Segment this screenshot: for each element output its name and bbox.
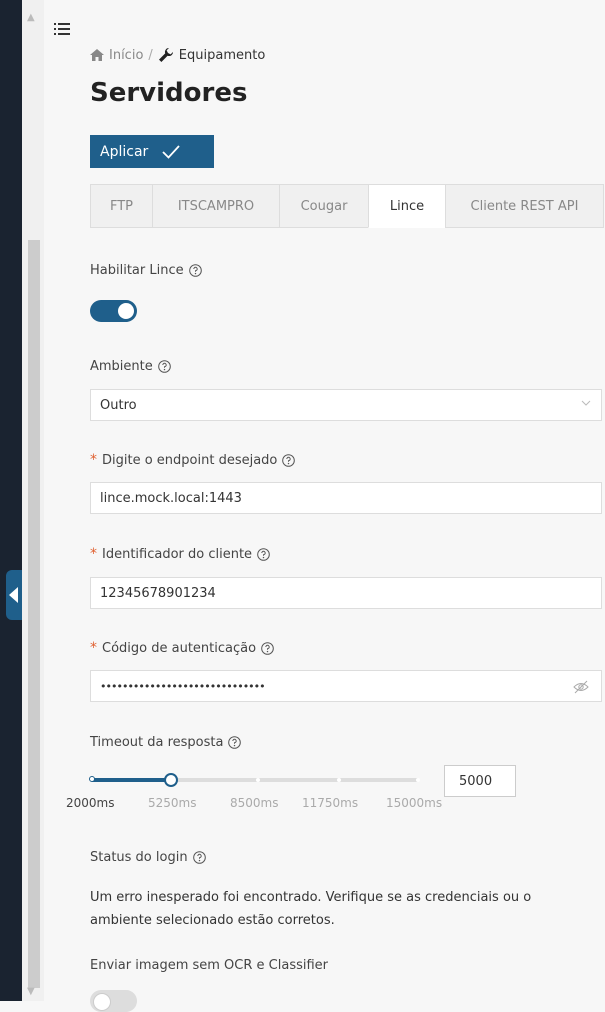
auth-code-label-text: Código de autenticação [102, 640, 257, 656]
scrollbar-thumb[interactable] [28, 240, 40, 988]
auth-code-masked-value: •••••••••••••••••••••••••••••• [100, 679, 266, 693]
required-asterisk: * [90, 546, 97, 562]
wrench-icon [158, 47, 173, 62]
sidebar-collapsed [0, 0, 22, 1001]
breadcrumb-current: Equipamento [178, 47, 266, 63]
endpoint-label-text: Digite o endpoint desejado [102, 452, 278, 468]
chevron-down-icon [581, 400, 591, 406]
toggle-knob [118, 303, 134, 319]
check-icon [162, 144, 180, 159]
client-id-label-text: Identificador do cliente [102, 546, 253, 562]
help-circle-icon[interactable] [261, 641, 274, 655]
slider-tick [337, 778, 341, 782]
help-circle-icon[interactable] [257, 547, 270, 561]
environment-select-value: Outro [100, 397, 137, 413]
timeout-slider-fill [92, 778, 171, 782]
slider-tick-label: 8500ms [230, 796, 279, 810]
apply-button[interactable]: Aplicar [90, 135, 214, 168]
required-asterisk: * [90, 640, 97, 656]
tab-lince[interactable]: Lince [368, 184, 446, 228]
slider-tick-label: 11750ms [302, 796, 359, 810]
tab-ftp[interactable]: FTP [90, 184, 153, 228]
slider-tick-label: 5250ms [148, 796, 197, 810]
help-circle-icon[interactable] [157, 360, 171, 373]
endpoint-input[interactable]: lince.mock.local:1443 [90, 482, 602, 514]
login-status-label-text: Status do login [90, 850, 188, 865]
help-circle-icon[interactable] [188, 264, 202, 277]
timeout-number-input[interactable]: 5000 [444, 765, 516, 797]
tab-cougar[interactable]: Cougar [279, 184, 369, 228]
login-status-label: Status do login [90, 850, 206, 865]
send-without-ocr-label-text: Enviar imagem sem OCR e Classifier [90, 958, 329, 973]
menu-icon[interactable] [54, 22, 70, 36]
enable-lince-label-text: Habilitar Lince [90, 263, 184, 278]
send-without-ocr-toggle[interactable] [90, 990, 137, 1012]
help-circle-icon[interactable] [192, 851, 206, 864]
send-without-ocr-label: Enviar imagem sem OCR e Classifier [90, 958, 328, 973]
slider-start-dot [89, 776, 95, 782]
apply-button-label: Aplicar [100, 143, 149, 160]
tab-cliente-rest-api[interactable]: Cliente REST API [445, 184, 604, 228]
home-icon [90, 49, 104, 61]
sidebar-expand-button[interactable] [6, 570, 22, 620]
client-id-input[interactable]: 12345678901234 [90, 577, 602, 609]
timeout-label-text: Timeout da resposta [90, 735, 224, 750]
slider-tick-label: 2000ms [66, 796, 115, 810]
tab-bar: FTP ITSCAMPRO Cougar Lince Cliente REST … [90, 184, 604, 228]
timeout-label: Timeout da resposta [90, 735, 242, 750]
breadcrumb: Início / Equipamento [90, 47, 265, 63]
page-title: Servidores [90, 78, 248, 108]
endpoint-label: * Digite o endpoint desejado [90, 452, 296, 468]
slider-tick-label: 15000ms [386, 796, 443, 810]
breadcrumb-separator: / [148, 47, 153, 63]
breadcrumb-home-link[interactable]: Início [109, 48, 143, 63]
enable-lince-toggle[interactable] [90, 300, 137, 322]
scroll-up-arrow[interactable]: ▲ [27, 12, 35, 23]
toggle-knob [93, 993, 111, 1011]
help-circle-icon[interactable] [282, 453, 296, 467]
timeout-slider-handle[interactable] [164, 773, 178, 787]
login-status-message: Um erro inesperado foi encontrado. Verif… [90, 890, 532, 928]
environment-label: Ambiente [90, 359, 171, 374]
scroll-down-arrow[interactable]: ▼ [27, 986, 35, 997]
required-asterisk: * [90, 452, 97, 468]
client-id-label: * Identificador do cliente [90, 546, 270, 562]
tab-itscampro[interactable]: ITSCAMPRO [152, 184, 280, 228]
help-circle-icon[interactable] [228, 736, 242, 749]
auth-code-input[interactable]: •••••••••••••••••••••••••••••• [90, 670, 602, 702]
enable-lince-label: Habilitar Lince [90, 263, 202, 278]
environment-label-text: Ambiente [90, 359, 153, 374]
slider-tick [416, 778, 420, 782]
eye-off-icon[interactable] [573, 680, 589, 694]
auth-code-label: * Código de autenticação [90, 640, 274, 656]
slider-tick [256, 778, 260, 782]
environment-select[interactable]: Outro [90, 389, 602, 421]
